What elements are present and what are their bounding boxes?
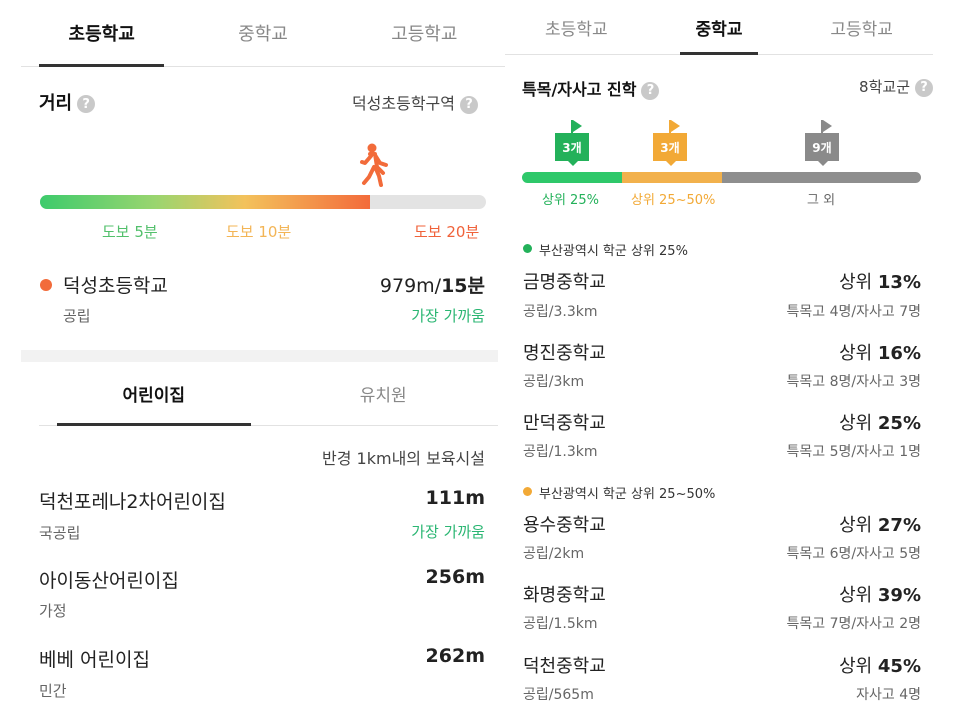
rank-prefix: 상위 xyxy=(839,585,878,606)
walking-distance-fill xyxy=(40,195,371,209)
tick-20min: 도보 20분 xyxy=(414,223,480,241)
help-icon[interactable]: ? xyxy=(915,78,933,97)
group-dot xyxy=(523,244,532,253)
flag-count-top50: 3개 xyxy=(653,133,687,161)
school-distance-meters: 979m/ xyxy=(379,275,442,297)
childcare-tabs: 어린이집 유치원 xyxy=(39,362,498,426)
rank-prefix: 상위 xyxy=(839,413,878,434)
walking-person-icon xyxy=(360,143,388,187)
school-zone: 8학교군? xyxy=(859,76,933,97)
help-icon[interactable]: ? xyxy=(77,95,96,113)
school-rank: 상위 16% xyxy=(839,339,921,365)
segment-label-other: 그 외 xyxy=(807,193,836,208)
admission-title-text: 특목/자사고 진학 xyxy=(522,80,637,99)
school-district: 덕성초등학구역? xyxy=(352,90,478,114)
flag-count-top25: 3개 xyxy=(555,133,589,161)
daycare-name[interactable]: 아이동산어린이집 xyxy=(39,566,179,593)
school-level-tabs: 초등학교 중학교 고등학교 xyxy=(505,0,933,55)
segment-top50 xyxy=(622,172,722,183)
tab-elementary[interactable]: 초등학교 xyxy=(505,0,648,54)
radius-note: 반경 1km내의 보육시설 xyxy=(322,449,485,468)
nearest-badge: 가장 가까움 xyxy=(411,523,485,541)
school-name[interactable]: 덕천중학교 xyxy=(523,652,606,678)
nearest-badge: 가장 가까움 xyxy=(411,307,485,325)
elementary-panel: 초등학교 중학교 고등학교 거리? 덕성초등학구역? 도보 5분 도보 10분 … xyxy=(0,0,505,724)
school-name[interactable]: 금명중학교 xyxy=(523,268,606,294)
daycare-type: 민간 xyxy=(39,682,67,700)
school-admissions: 특목고 6명/자사고 5명 xyxy=(786,546,921,562)
school-name[interactable]: 덕성초등학교 xyxy=(63,271,168,298)
school-sub: 공립/3km xyxy=(523,374,585,390)
school-sub: 공립/565m xyxy=(523,687,594,703)
school-name[interactable]: 화명중학교 xyxy=(523,581,606,607)
daycare-name[interactable]: 덕천포레나2차어린이집 xyxy=(39,487,226,514)
tab-high[interactable]: 고등학교 xyxy=(344,0,505,66)
tick-10min: 도보 10분 xyxy=(226,223,292,241)
rank-prefix: 상위 xyxy=(839,343,878,364)
school-zone-label: 8학교군 xyxy=(859,78,910,96)
tab-high[interactable]: 고등학교 xyxy=(790,0,933,54)
school-admissions: 특목고 4명/자사고 7명 xyxy=(786,304,921,320)
daycare-distance: 111m xyxy=(425,487,485,509)
school-name[interactable]: 명진중학교 xyxy=(523,339,606,365)
segment-other xyxy=(722,172,921,183)
school-name[interactable]: 만덕중학교 xyxy=(523,409,606,435)
help-icon[interactable]: ? xyxy=(641,81,660,100)
school-type: 공립 xyxy=(63,307,91,325)
help-icon[interactable]: ? xyxy=(460,95,478,114)
tab-daycare[interactable]: 어린이집 xyxy=(39,362,269,426)
rank-value: 45% xyxy=(877,656,921,677)
rank-value: 25% xyxy=(877,413,921,434)
group-label-top50: 부산광역시 학군 상위 25~50% xyxy=(539,487,716,502)
rank-value: 13% xyxy=(877,272,921,293)
tab-middle[interactable]: 중학교 xyxy=(648,0,791,55)
tab-kindergarten[interactable]: 유치원 xyxy=(269,362,499,425)
admission-title: 특목/자사고 진학? xyxy=(522,76,660,100)
rank-prefix: 상위 xyxy=(839,515,878,536)
school-admissions: 특목고 7명/자사고 2명 xyxy=(786,616,921,632)
daycare-name[interactable]: 베베 어린이집 xyxy=(39,645,150,672)
school-level-tabs: 초등학교 중학교 고등학교 xyxy=(21,0,505,67)
group-label-top25: 부산광역시 학군 상위 25% xyxy=(539,244,688,259)
segment-top25 xyxy=(522,172,622,183)
school-name[interactable]: 용수중학교 xyxy=(523,511,606,537)
daycare-distance: 256m xyxy=(425,566,485,588)
middle-school-panel: 초등학교 중학교 고등학교 특목/자사고 진학? 8학교군? 3개 3개 9개 … xyxy=(505,0,955,724)
daycare-type: 가정 xyxy=(39,602,67,620)
rank-prefix: 상위 xyxy=(839,272,878,293)
group-dot xyxy=(523,487,532,496)
tab-elementary[interactable]: 초등학교 xyxy=(21,0,182,67)
school-distance: 979m/15분 xyxy=(380,271,485,298)
school-marker-dot xyxy=(40,279,52,291)
school-district-label: 덕성초등학구역 xyxy=(351,94,455,113)
school-rank: 상위 13% xyxy=(839,268,921,294)
school-sub: 공립/1.5km xyxy=(523,616,598,632)
school-rank: 상위 45% xyxy=(839,652,921,678)
school-rank: 상위 39% xyxy=(839,581,921,607)
daycare-type: 국공립 xyxy=(39,524,81,542)
rank-value: 39% xyxy=(877,585,921,606)
daycare-distance: 262m xyxy=(425,645,485,667)
school-rank: 상위 25% xyxy=(839,409,921,435)
school-sub: 공립/3.3km xyxy=(523,304,598,320)
tab-middle[interactable]: 중학교 xyxy=(182,0,343,66)
rank-value: 16% xyxy=(877,343,921,364)
section-divider xyxy=(21,350,498,362)
flag-count-other: 9개 xyxy=(805,133,839,161)
distance-title-text: 거리 xyxy=(39,93,73,114)
school-admissions: 특목고 5명/자사고 1명 xyxy=(786,444,921,460)
school-sub: 공립/2km xyxy=(523,546,585,562)
school-rank: 상위 27% xyxy=(839,511,921,537)
rank-prefix: 상위 xyxy=(839,656,878,677)
school-distance-minutes: 15분 xyxy=(441,275,485,297)
distance-title: 거리? xyxy=(39,89,96,115)
rank-value: 27% xyxy=(877,515,921,536)
tick-5min: 도보 5분 xyxy=(102,223,158,241)
segment-label-top25: 상위 25% xyxy=(542,193,599,208)
school-admissions: 특목고 8명/자사고 3명 xyxy=(786,374,921,390)
segment-label-top50: 상위 25~50% xyxy=(631,193,716,208)
school-admissions: 자사고 4명 xyxy=(856,687,921,703)
school-sub: 공립/1.3km xyxy=(523,444,598,460)
walking-distance-bar xyxy=(40,195,486,209)
